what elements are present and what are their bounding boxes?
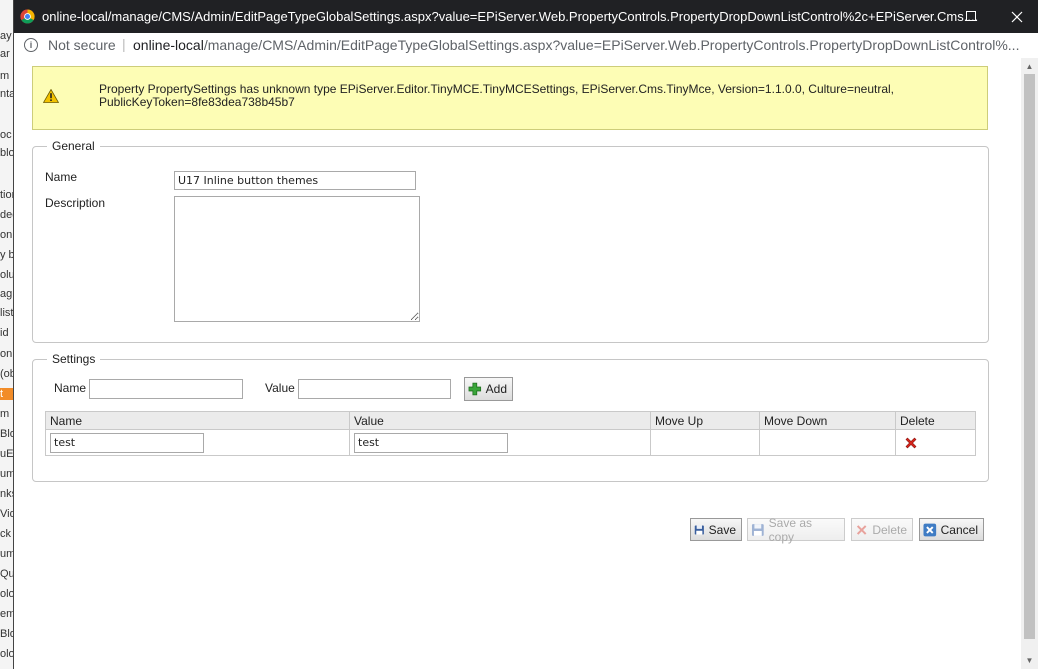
table-row (45, 429, 976, 456)
chrome-logo-icon (20, 9, 35, 24)
settings-value-input[interactable] (298, 379, 451, 399)
name-input[interactable] (174, 171, 416, 190)
save-button[interactable]: Save (690, 518, 742, 541)
url-text[interactable]: online-local/manage/CMS/Admin/EditPageTy… (133, 37, 1019, 53)
bg-fragment: (ob (0, 368, 14, 380)
cancel-icon (923, 523, 937, 536)
bg-fragment: ag (0, 288, 13, 300)
bg-fragment: ay (0, 30, 12, 42)
title-bar[interactable]: online-local/manage/CMS/Admin/EditPageTy… (14, 0, 1038, 33)
bg-fragment: Vid (0, 508, 14, 520)
bg-fragment: ck (0, 528, 11, 540)
close-window-button[interactable] (994, 0, 1038, 33)
minimize-button[interactable] (902, 0, 948, 33)
bg-fragment: oc (0, 129, 12, 141)
bg-fragment: on (0, 348, 13, 360)
delete-x-icon[interactable] (904, 436, 918, 450)
dialog-content: Property PropertySettings has unknown ty… (14, 58, 1038, 669)
bg-fragment: blo (0, 147, 14, 159)
cell-delete (895, 429, 976, 456)
bg-fragment: olo (0, 588, 14, 600)
settings-table: Name Value Move Up Move Down Delete (45, 411, 976, 456)
bg-fragment: tion (0, 189, 14, 201)
bg-fragment: nta (0, 88, 14, 100)
delete-button[interactable]: Delete (851, 518, 913, 541)
scroll-up-arrow-icon[interactable]: ▲ (1021, 58, 1038, 75)
cancel-button[interactable]: Cancel (919, 518, 984, 541)
bg-fragment: Blo (0, 428, 14, 440)
save-as-copy-button[interactable]: Save as copy (747, 515, 845, 544)
save-button-label: Save (708, 522, 736, 537)
name-label: Name (45, 170, 78, 184)
warning-icon (43, 89, 59, 103)
bg-fragment: Qu (0, 568, 14, 580)
bg-fragment: nks (0, 488, 14, 500)
table-header-row: Name Value Move Up Move Down Delete (45, 411, 976, 430)
bg-fragment: id (0, 327, 9, 339)
general-legend: General (52, 139, 95, 153)
bg-fragment: um (0, 548, 14, 560)
description-textarea[interactable] (174, 196, 420, 322)
column-header-move-up: Move Up (650, 411, 760, 430)
scroll-down-arrow-icon[interactable]: ▼ (1021, 652, 1038, 669)
background-app-strip: ay ar m nta oc blo tion deg onL y b olu … (0, 0, 14, 669)
url-path: /manage/CMS/Admin/EditPageTypeGlobalSett… (203, 37, 1020, 53)
window-title: online-local/manage/CMS/Admin/EditPageTy… (42, 9, 979, 24)
bg-fragment: deg (0, 209, 14, 221)
bg-fragment: Blo (0, 628, 14, 640)
vertical-scrollbar[interactable]: ▲ ▼ (1021, 58, 1038, 669)
settings-name-input[interactable] (89, 379, 243, 399)
bg-fragment: m (0, 408, 10, 420)
description-label: Description (45, 196, 106, 210)
row-value-input[interactable] (354, 432, 508, 453)
bg-fragment: olu (0, 269, 14, 281)
bg-fragment-highlight: t (0, 388, 14, 400)
cell-move-down (759, 429, 896, 456)
settings-value-label: Value (265, 381, 295, 395)
plus-icon (468, 382, 482, 396)
scrollbar-thumb[interactable] (1024, 74, 1035, 639)
delete-button-label: Delete (872, 522, 907, 537)
address-bar[interactable]: i Not secure | online-local/manage/CMS/A… (14, 33, 1038, 59)
bg-fragment: ar (0, 48, 10, 60)
maximize-icon (965, 11, 976, 21)
floppy-disk-icon (751, 523, 764, 536)
add-button-label: Add (485, 382, 507, 396)
close-icon (1011, 11, 1023, 22)
popup-browser-window: online-local/manage/CMS/Admin/EditPageTy… (14, 0, 1038, 669)
floppy-disk-icon (694, 524, 704, 535)
warning-message-box: Property PropertySettings has unknown ty… (32, 66, 988, 130)
settings-legend: Settings (52, 352, 96, 366)
url-host: online-local (133, 37, 204, 53)
row-name-input[interactable] (50, 432, 204, 453)
bg-fragment: onL (0, 229, 14, 241)
maximize-button[interactable] (948, 0, 994, 33)
not-secure-label: Not secure (48, 37, 116, 53)
bg-fragment: y b (0, 249, 14, 261)
bg-fragment: em (0, 608, 14, 620)
bg-fragment: uE (0, 448, 14, 460)
delete-x-icon (856, 524, 867, 535)
bg-fragment: olo (0, 648, 14, 660)
cancel-button-label: Cancel (940, 522, 978, 537)
add-button[interactable]: Add (464, 377, 513, 401)
minimize-icon (919, 16, 930, 18)
column-header-value: Value (349, 411, 651, 430)
bg-fragment: m (0, 70, 10, 82)
column-header-delete: Delete (895, 411, 976, 430)
column-header-move-down: Move Down (759, 411, 896, 430)
address-separator: | (122, 36, 126, 52)
bg-fragment: list (0, 307, 14, 319)
save-as-copy-button-label: Save as copy (768, 515, 813, 544)
info-icon[interactable]: i (24, 38, 38, 52)
bg-fragment: um (0, 468, 14, 480)
column-header-name: Name (45, 411, 350, 430)
settings-name-label: Name (54, 381, 87, 395)
cell-move-up (650, 429, 760, 456)
cell-name (45, 429, 350, 456)
cell-value (349, 429, 651, 456)
warning-text: Property PropertySettings has unknown ty… (99, 82, 895, 109)
